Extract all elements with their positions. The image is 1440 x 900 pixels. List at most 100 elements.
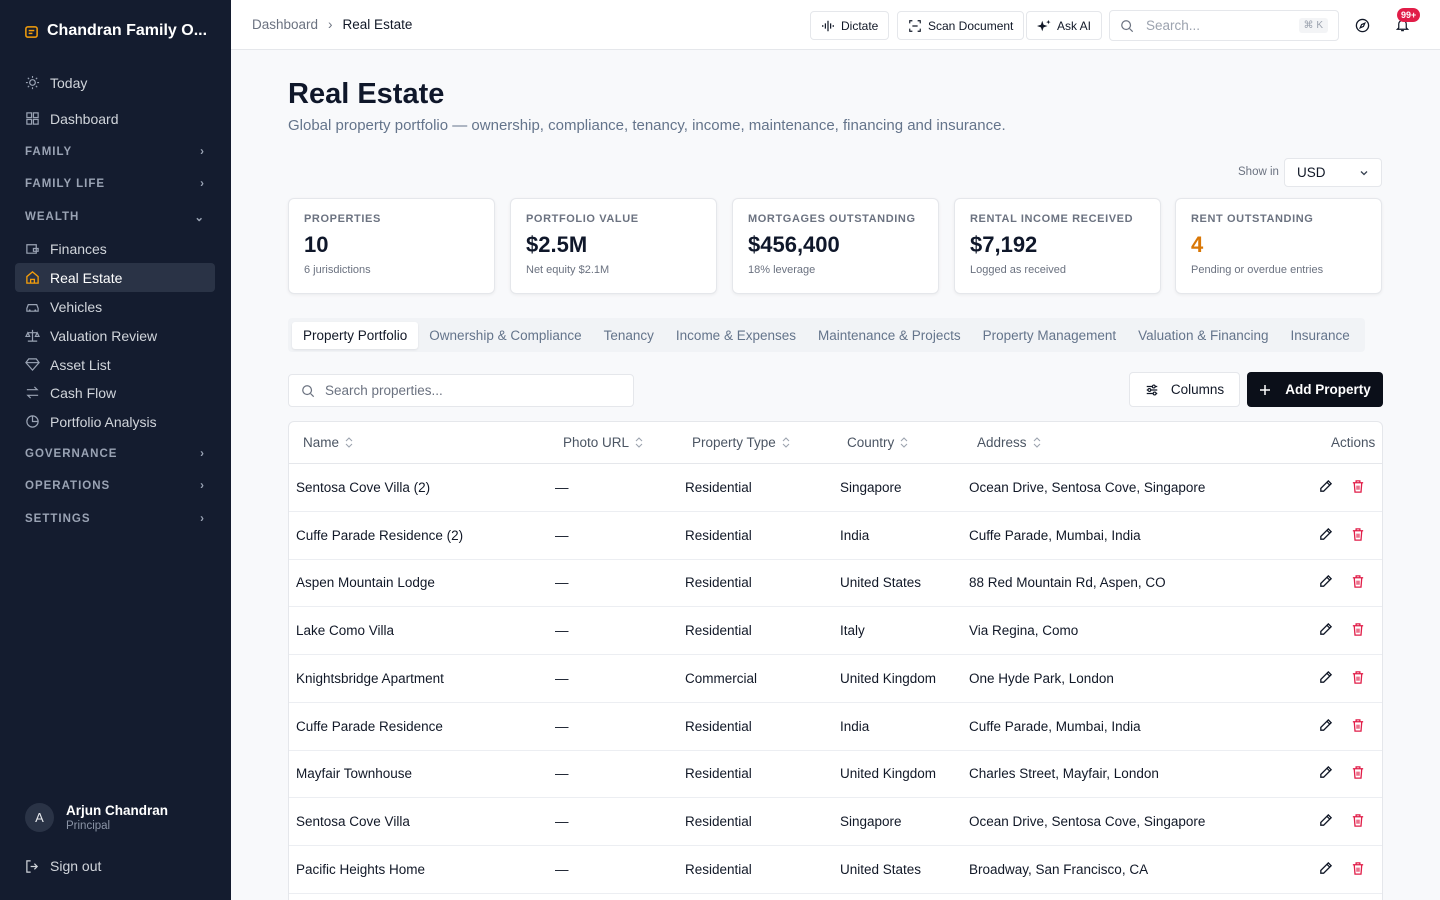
cell-photo-url: — — [555, 766, 569, 782]
sidebar-section-family[interactable]: FAMILY › — [25, 146, 205, 158]
cell-name: Mayfair Townhouse — [296, 766, 413, 782]
tab-maintenance-projects[interactable]: Maintenance & Projects — [807, 322, 972, 349]
tab-valuation-financing[interactable]: Valuation & Financing — [1127, 322, 1279, 349]
edit-icon[interactable] — [1318, 574, 1333, 594]
cell-name: Aspen Mountain Lodge — [296, 575, 435, 591]
edit-icon[interactable] — [1318, 670, 1333, 690]
stat-note: Logged as received — [970, 264, 1067, 276]
table-row[interactable]: Pacific Heights Home — Residential United S… — [289, 846, 1382, 894]
delete-icon[interactable] — [1351, 622, 1365, 642]
table-row[interactable]: Cuffe Parade Residence (2) — Residential In… — [289, 512, 1382, 560]
sidebar-item-dashboard[interactable]: Dashboard — [15, 104, 215, 133]
tab-ownership-compliance[interactable]: Ownership & Compliance — [418, 322, 592, 349]
cell-address: Ocean Drive, Sentosa Cove, Singapore — [969, 480, 1206, 495]
sidebar-section-settings[interactable]: SETTINGS › — [25, 513, 205, 525]
sidebar-section-governance[interactable]: GOVERNANCE › — [25, 448, 205, 460]
add-property-label: Add Property — [1285, 382, 1371, 397]
cell-property-type: Residential — [685, 623, 752, 639]
sidebar-item-label: Real Estate — [50, 269, 123, 286]
brand[interactable]: Chandran Family O... — [24, 22, 207, 40]
table-row[interactable]: Sentosa Cove Villa — Residential Singapore O… — [289, 798, 1382, 846]
tab-insurance[interactable]: Insurance — [1280, 322, 1361, 349]
cell-address: Charles Street, Mayfair, London — [969, 766, 1159, 782]
user-profile[interactable]: A Arjun Chandran Principal — [25, 803, 168, 832]
sidebar-item-asset-list[interactable]: Asset List — [15, 350, 215, 379]
breadcrumb-current: Real Estate — [342, 17, 413, 32]
cell-country: United Kingdom — [840, 766, 937, 782]
header-property-type[interactable]: Property Type — [692, 435, 790, 450]
sidebar-section-operations[interactable]: OPERATIONS › — [25, 480, 205, 492]
sidebar-item-today[interactable]: Today — [15, 68, 215, 97]
edit-icon[interactable] — [1318, 479, 1333, 499]
delete-icon[interactable] — [1351, 527, 1365, 547]
sidebar-item-cash-flow[interactable]: Cash Flow — [15, 378, 215, 407]
table-row[interactable]: Sentosa Cove Villa (2) — Residential Singap… — [289, 464, 1382, 512]
delete-icon[interactable] — [1351, 861, 1365, 881]
property-search-input[interactable]: Search properties... — [288, 374, 634, 407]
compass-icon[interactable] — [1355, 18, 1370, 33]
edit-icon[interactable] — [1318, 765, 1333, 785]
dictate-button[interactable]: Dictate — [810, 11, 890, 40]
table-row[interactable]: Cuffe Parade Residence — Residential India C… — [289, 703, 1382, 751]
stat-value: $456,400 — [748, 232, 840, 257]
header-country[interactable]: Country — [847, 435, 908, 450]
delete-icon[interactable] — [1351, 813, 1365, 833]
sidebar-section-wealth[interactable]: WEALTH ⌄ — [25, 210, 205, 224]
chevron-right-icon: › — [328, 17, 333, 32]
tab-income-expenses[interactable]: Income & Expenses — [665, 322, 807, 349]
stat-card-mortgages: MORTGAGES OUTSTANDING $456,400 18% lever… — [732, 198, 939, 294]
header-name[interactable]: Name — [303, 435, 353, 450]
header-photo-url[interactable]: Photo URL — [563, 435, 643, 450]
cell-country: United States — [840, 575, 922, 591]
tab-property-management[interactable]: Property Management — [972, 322, 1128, 349]
sidebar-item-finances[interactable]: Finances — [15, 234, 215, 263]
edit-icon[interactable] — [1318, 718, 1333, 738]
edit-icon[interactable] — [1318, 622, 1333, 642]
breadcrumb-dashboard[interactable]: Dashboard — [252, 17, 318, 32]
sidebar-item-vehicles[interactable]: Vehicles — [15, 292, 215, 321]
tab-tenancy[interactable]: Tenancy — [593, 322, 665, 349]
cell-address: Ocean Drive, Sentosa Cove, Singapore — [969, 813, 1206, 829]
dictate-label: Dictate — [841, 18, 879, 33]
delete-icon[interactable] — [1351, 479, 1365, 499]
add-property-button[interactable]: Add Property — [1247, 372, 1383, 407]
chevron-right-icon: › — [200, 178, 205, 190]
currency-select[interactable]: USD — [1284, 158, 1382, 187]
cell-name: Cuffe Parade Residence (2) — [296, 527, 464, 543]
table-row[interactable]: Mayfair Townhouse — Residential United King… — [289, 750, 1382, 799]
sign-out-button[interactable]: Sign out — [25, 858, 101, 874]
stat-card-properties: PROPERTIES 10 6 jurisdictions — [288, 198, 495, 294]
chevron-right-icon: › — [200, 480, 205, 492]
header-address[interactable]: Address — [977, 435, 1041, 450]
ask-ai-button[interactable]: Ask AI — [1026, 11, 1103, 40]
delete-icon[interactable] — [1351, 574, 1365, 594]
edit-icon[interactable] — [1318, 527, 1333, 547]
delete-icon[interactable] — [1351, 718, 1365, 738]
sidebar-item-valuation-review[interactable]: Valuation Review — [15, 321, 215, 350]
tab-property-portfolio[interactable]: Property Portfolio — [292, 321, 419, 349]
header-label: Address — [977, 435, 1027, 450]
user-role: Principal — [66, 820, 111, 832]
sidebar-item-real-estate[interactable]: Real Estate — [15, 263, 215, 292]
columns-button[interactable]: Columns — [1129, 372, 1240, 407]
table-row[interactable]: Lake Como Villa — Residential Italy Via Regi… — [289, 607, 1382, 656]
sidebar-section-family-life[interactable]: FAMILY LIFE › — [25, 178, 205, 190]
delete-icon[interactable] — [1351, 670, 1365, 690]
sort-icon — [345, 437, 353, 448]
delete-icon[interactable] — [1351, 765, 1365, 785]
cell-address: One Hyde Park, London — [969, 670, 1114, 686]
cell-name: Sentosa Cove Villa — [296, 813, 410, 829]
header-label: Property Type — [692, 435, 776, 450]
table-row[interactable]: Aspen Mountain Lodge — Residential United S… — [289, 559, 1382, 608]
edit-icon[interactable] — [1318, 861, 1333, 881]
cell-property-type: Residential — [685, 813, 752, 829]
sparkle-icon — [1037, 19, 1051, 31]
page-subtitle: Global property portfolio — ownership, c… — [288, 117, 1006, 134]
global-search-input[interactable]: Search... ⌘ K — [1109, 10, 1339, 41]
scan-document-button[interactable]: Scan Document — [897, 11, 1025, 40]
search-placeholder: Search properties... — [325, 383, 443, 398]
cell-country: Singapore — [840, 813, 902, 829]
sidebar-item-portfolio-analysis[interactable]: Portfolio Analysis — [15, 407, 215, 436]
edit-icon[interactable] — [1318, 813, 1333, 833]
table-row[interactable]: Knightsbridge Apartment — Commercial United… — [289, 655, 1382, 703]
